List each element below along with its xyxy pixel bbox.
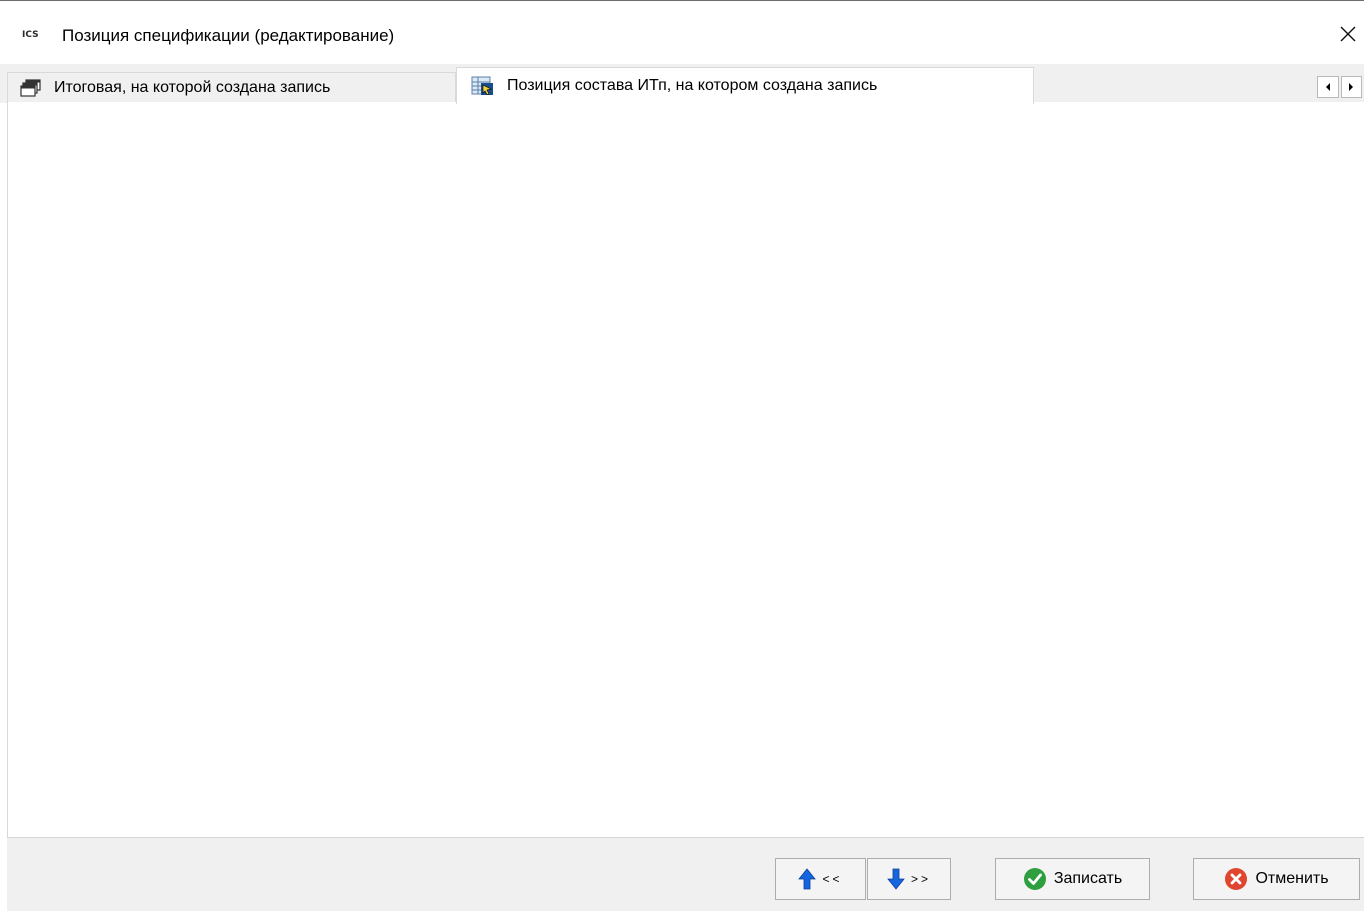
tab-pozitsiya-sostava[interactable]: Позиция состава ИТп, на котором создана … (456, 67, 1034, 104)
cancel-circle-icon (1224, 867, 1248, 891)
cancel-label: Отменить (1255, 870, 1329, 887)
tab-scroll-arrows (1317, 76, 1364, 98)
tab-label: Итоговая, на которой создана запись (54, 78, 331, 96)
tab-itogovaya[interactable]: Итоговая, на которой создана запись (7, 72, 456, 102)
arrow-up-icon (798, 868, 817, 890)
arrow-down-icon (887, 868, 905, 890)
tab-label: Позиция состава ИТп, на котором создана … (507, 77, 878, 94)
dialog-window: ICS Позиция спецификации (редактирование… (0, 0, 1364, 911)
close-button[interactable] (1332, 16, 1364, 52)
dialog-footer: << >> Записать Отменить (7, 837, 1364, 911)
cancel-button[interactable]: Отменить (1193, 858, 1360, 900)
caret-left-icon (1325, 83, 1330, 91)
table-cursor-icon (471, 76, 495, 96)
tab-scroll-left-button[interactable] (1317, 76, 1339, 98)
previous-record-button[interactable]: << (775, 858, 866, 900)
tab-scroll-right-button[interactable] (1340, 76, 1362, 98)
tab-strip: Итоговая, на которой создана запись Пози… (0, 64, 1364, 104)
title-bar: ICS Позиция спецификации (редактирование… (0, 2, 1364, 64)
save-button[interactable]: Записать (995, 858, 1150, 900)
check-circle-icon (1023, 867, 1047, 891)
caret-right-icon (1349, 83, 1354, 91)
window-title: Позиция спецификации (редактирование) (62, 26, 395, 45)
tab-content-panel (7, 102, 1364, 838)
next-record-button[interactable]: >> (867, 858, 951, 900)
save-label: Записать (1053, 870, 1123, 887)
next-label: >> (910, 872, 931, 886)
previous-label: << (822, 872, 843, 886)
app-logo-icon: ICS (22, 30, 39, 40)
windows-stack-icon (20, 78, 42, 97)
close-icon (1340, 26, 1356, 42)
